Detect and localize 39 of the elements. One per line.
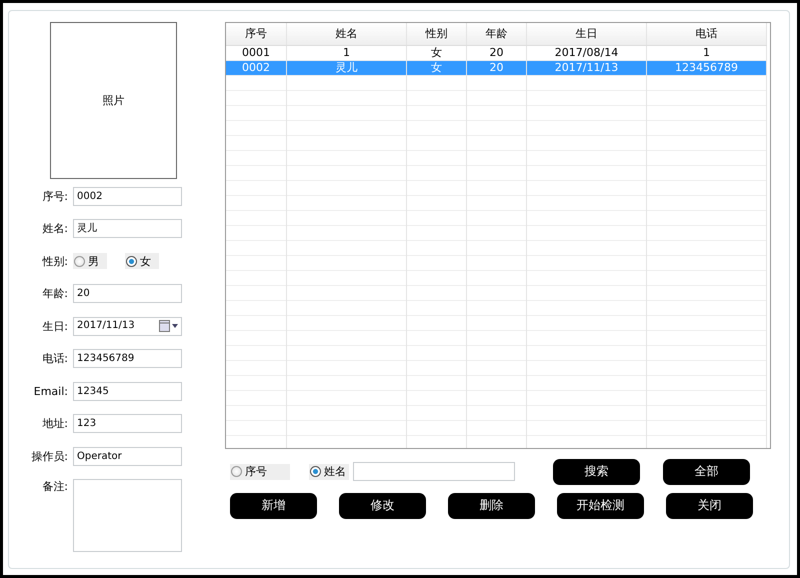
input-field[interactable]: 20 — [73, 284, 182, 303]
field-label: 电话: — [41, 351, 69, 366]
calendar-dropdown-icon[interactable] — [159, 320, 179, 332]
radio-button[interactable]: 序号 — [230, 464, 290, 480]
search-field[interactable] — [353, 462, 515, 481]
action-button[interactable]: 搜索 — [553, 458, 640, 484]
action-button[interactable]: 修改 — [339, 492, 426, 518]
field-label: 序号: — [41, 188, 69, 204]
radio-button[interactable]: 男 — [73, 253, 107, 269]
field-label: Email: — [32, 384, 69, 398]
input-field[interactable]: Operator — [73, 446, 182, 466]
field-label: 姓名: — [41, 221, 69, 236]
column-header[interactable]: 序号 — [226, 23, 287, 45]
column-header[interactable]: 电话 — [647, 23, 767, 45]
field-label: 生日: — [41, 318, 69, 334]
input-field[interactable]: 123 — [73, 414, 182, 433]
action-button[interactable]: 全部 — [663, 458, 750, 484]
input-field[interactable]: 0002 — [73, 186, 182, 206]
field-label: 备注: — [41, 478, 69, 494]
action-button[interactable]: 新增 — [230, 492, 317, 518]
action-button[interactable]: 关闭 — [666, 492, 753, 518]
field-label: 性别: — [41, 254, 69, 268]
radio-button[interactable]: 姓名 — [309, 464, 349, 480]
action-button[interactable]: 开始检测 — [557, 492, 644, 518]
radio-button[interactable]: 女 — [125, 253, 159, 269]
column-header[interactable]: 姓名 — [287, 23, 407, 45]
photo-label: 照片 — [102, 93, 124, 108]
action-button[interactable]: 删除 — [448, 492, 535, 518]
field-label: 年龄: — [41, 286, 69, 301]
date-picker[interactable]: 2017/11/13 — [73, 316, 182, 336]
input-field[interactable]: 123456789 — [73, 349, 182, 368]
input-field[interactable]: 12345 — [73, 382, 182, 400]
column-header[interactable]: 年龄 — [467, 23, 527, 45]
column-header[interactable]: 生日 — [527, 23, 647, 45]
column-header[interactable]: 性别 — [407, 23, 467, 45]
memo-field[interactable] — [73, 478, 182, 552]
field-label: 地址: — [41, 416, 69, 431]
input-field[interactable]: 灵儿 — [73, 219, 182, 238]
field-label: 操作员: — [30, 448, 69, 464]
